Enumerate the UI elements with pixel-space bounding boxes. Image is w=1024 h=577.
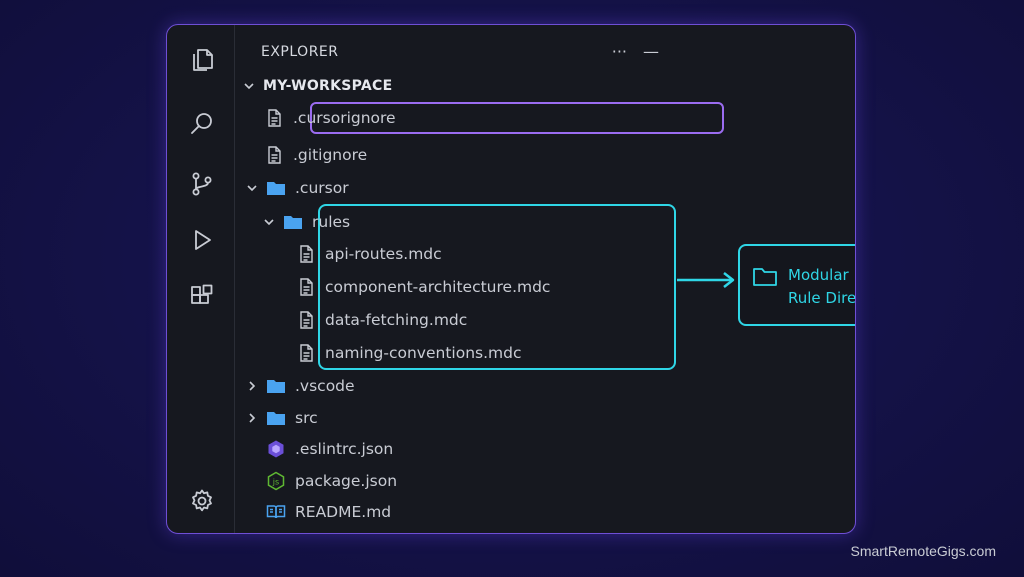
run-debug-icon[interactable] <box>187 225 217 255</box>
explorer-header: EXPLORER ··· — <box>261 43 659 61</box>
search-icon[interactable] <box>187 109 217 139</box>
more-actions-icon[interactable]: ··· <box>612 44 627 60</box>
file-icon <box>300 278 313 296</box>
tree-item-label: README.md <box>295 503 392 521</box>
nodejs-icon: js <box>267 471 285 491</box>
folder-icon <box>267 380 285 393</box>
chevron-down-icon <box>244 83 254 90</box>
tree-item-naming-conventions[interactable]: naming-conventions.mdc <box>296 339 522 367</box>
folder-icon <box>267 412 285 425</box>
chevron-right-icon <box>249 413 256 423</box>
file-icon <box>300 311 313 329</box>
tree-item-label: src <box>295 409 318 427</box>
arrow-right-icon <box>677 272 735 288</box>
watermark: SmartRemoteGigs.com <box>850 543 996 559</box>
file-icon <box>300 344 313 362</box>
svg-text:js: js <box>272 478 279 487</box>
tree-item-cursorignore[interactable]: .cursorignore <box>264 104 396 132</box>
callout-text: Modular .mdc Rule Directory. <box>788 264 856 310</box>
tree-item-label: naming-conventions.mdc <box>325 344 522 362</box>
chevron-down-icon <box>264 219 274 226</box>
tree-folder-rules[interactable]: rules <box>263 208 350 236</box>
explorer-panel: EXPLORER ··· — MY-WORKSPACE .cursorignor… <box>235 25 855 533</box>
tree-item-gitignore[interactable]: .gitignore <box>264 141 367 169</box>
folder-icon <box>284 216 302 229</box>
chevron-down-icon <box>247 185 257 192</box>
tree-folder-src[interactable]: src <box>246 404 318 432</box>
settings-gear-icon[interactable] <box>187 486 217 516</box>
tree-item-eslintrc[interactable]: .eslintrc.json <box>266 435 393 463</box>
tree-item-api-routes[interactable]: api-routes.mdc <box>296 240 442 268</box>
tree-item-data-fetching[interactable]: data-fetching.mdc <box>296 306 467 334</box>
callout-box: Modular .mdc Rule Directory. <box>738 244 856 326</box>
tree-item-label: .cursorignore <box>293 109 396 127</box>
tree-item-label: rules <box>312 213 351 231</box>
chevron-right-icon <box>249 381 256 391</box>
book-icon <box>266 505 286 519</box>
activity-bar <box>167 25 235 533</box>
tree-item-readme[interactable]: README.md <box>266 498 391 526</box>
extensions-icon[interactable] <box>187 281 217 311</box>
tree-item-label: component-architecture.mdc <box>325 278 551 296</box>
tree-item-label: .cursor <box>295 179 349 197</box>
workspace-root[interactable]: MY-WORKSPACE <box>243 72 393 100</box>
tree-item-package-json[interactable]: js package.json <box>266 467 397 495</box>
header-actions: ··· — <box>612 44 659 60</box>
tree-item-label: package.json <box>295 472 398 490</box>
file-icon <box>300 245 313 263</box>
eslint-icon <box>268 440 284 458</box>
tree-item-component-architecture[interactable]: component-architecture.mdc <box>296 273 550 301</box>
explorer-title: EXPLORER <box>261 44 339 60</box>
tree-item-label: .vscode <box>295 377 355 395</box>
workspace-label: MY-WORKSPACE <box>263 78 393 94</box>
editor-window: EXPLORER ··· — MY-WORKSPACE .cursorignor… <box>166 24 856 534</box>
folder-icon <box>267 182 285 195</box>
files-icon[interactable] <box>187 45 217 75</box>
tree-item-label: .eslintrc.json <box>295 440 394 458</box>
tree-item-label: data-fetching.mdc <box>325 311 468 329</box>
tree-folder-vscode[interactable]: .vscode <box>246 372 355 400</box>
tree-item-label: api-routes.mdc <box>325 245 442 263</box>
folder-outline-icon <box>753 268 777 286</box>
callout-line-1: Modular .mdc <box>788 266 855 284</box>
file-icon <box>268 146 281 164</box>
tree-folder-cursor[interactable]: .cursor <box>246 174 349 202</box>
collapse-icon[interactable]: — <box>643 44 659 60</box>
source-control-icon[interactable] <box>187 169 217 199</box>
tree-item-label: .gitignore <box>293 146 368 164</box>
file-icon <box>268 109 281 127</box>
callout-line-2: Rule Directory. <box>788 289 856 307</box>
